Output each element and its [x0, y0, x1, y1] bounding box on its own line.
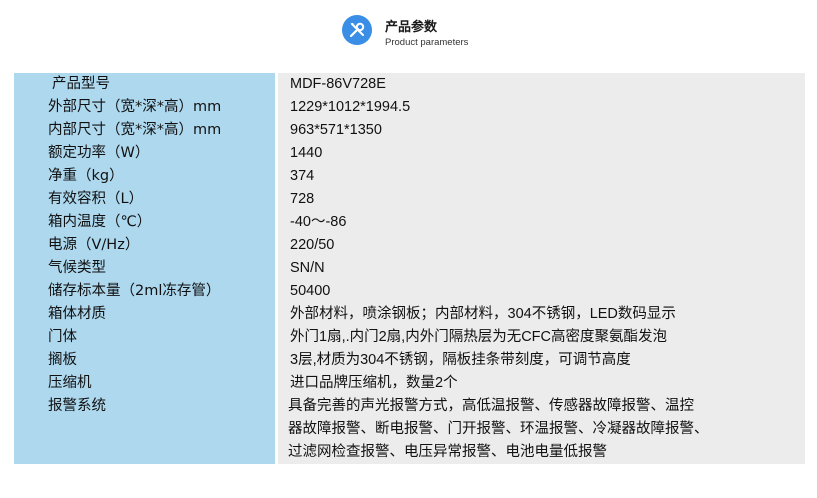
row-value: 3层,材质为304不锈钢，隔板挂条带刻度，可调节高度 — [278, 349, 805, 372]
row-value: 728 — [278, 188, 805, 211]
row-label: 报警系统 — [14, 395, 275, 464]
row-label: 箱体材质 — [14, 303, 275, 326]
row-value: 外门1扇,.内门2扇,内外门隔热层为无CFC高密度聚氨酯发泡 — [278, 326, 805, 349]
row-label: 额定功率（W） — [14, 142, 275, 165]
row-label: 净重（kg） — [14, 165, 275, 188]
row-value: 1229*1012*1994.5 — [278, 96, 805, 119]
table-row: 有效容积（L） 728 — [14, 188, 805, 211]
row-value: SN/N — [278, 257, 805, 280]
row-label: 箱内温度（℃） — [14, 211, 275, 234]
alarm-line: 具备完善的声光报警方式，高低温报警、传感器故障报警、温控 — [288, 398, 694, 414]
row-label: 储存标本量（2ml冻存管） — [14, 280, 275, 303]
row-value: 963*571*1350 — [278, 119, 805, 142]
table-row: 产品型号 MDF-86V728E — [14, 73, 805, 96]
table-row: 储存标本量（2ml冻存管） 50400 — [14, 280, 805, 303]
table-row-alarm: 报警系统 具备完善的声光报警方式，高低温报警、传感器故障报警、温控 器故障报警、… — [14, 395, 805, 464]
row-label: 有效容积（L） — [14, 188, 275, 211]
row-label: 压缩机 — [14, 372, 275, 395]
alarm-line: 过滤网检查报警、电压异常报警、电池电量低报警 — [288, 444, 607, 460]
table-row: 搁板 3层,材质为304不锈钢，隔板挂条带刻度，可调节高度 — [14, 349, 805, 372]
table-row: 压缩机 进口品牌压缩机，数量2个 — [14, 372, 805, 395]
table-row: 内部尺寸（宽*深*高）mm 963*571*1350 — [14, 119, 805, 142]
table-row: 净重（kg） 374 — [14, 165, 805, 188]
wrench-screwdriver-icon — [342, 15, 372, 45]
table-row: 额定功率（W） 1440 — [14, 142, 805, 165]
table-row: 电源（V/Hz） 220/50 — [14, 234, 805, 257]
table-row: 门体 外门1扇,.内门2扇,内外门隔热层为无CFC高密度聚氨酯发泡 — [14, 326, 805, 349]
alarm-label: 报警系统 — [48, 398, 106, 414]
page-subtitle: Product parameters — [385, 37, 469, 48]
spec-table: 产品型号 MDF-86V728E 外部尺寸（宽*深*高）mm 1229*1012… — [14, 73, 805, 464]
table-row: 外部尺寸（宽*深*高）mm 1229*1012*1994.5 — [14, 96, 805, 119]
page-title: 产品参数 — [385, 20, 438, 35]
row-label: 电源（V/Hz） — [14, 234, 275, 257]
row-label: 搁板 — [14, 349, 275, 372]
row-label: 产品型号 — [14, 73, 275, 96]
row-value: 220/50 — [278, 234, 805, 257]
row-value: -40～-86 — [278, 211, 805, 234]
row-label: 内部尺寸（宽*深*高）mm — [14, 119, 275, 142]
table-row: 气候类型 SN/N — [14, 257, 805, 280]
row-label: 门体 — [14, 326, 275, 349]
row-value: 进口品牌压缩机，数量2个 — [278, 372, 805, 395]
row-value: 具备完善的声光报警方式，高低温报警、传感器故障报警、温控 器故障报警、断电报警、… — [278, 395, 805, 464]
table-row: 箱内温度（℃） -40～-86 — [14, 211, 805, 234]
row-value: 374 — [278, 165, 805, 188]
table-row: 箱体材质 外部材料，喷涂钢板；内部材料，304不锈钢，LED数码显示 — [14, 303, 805, 326]
row-value: 外部材料，喷涂钢板；内部材料，304不锈钢，LED数码显示 — [278, 303, 805, 326]
row-label: 外部尺寸（宽*深*高）mm — [14, 96, 275, 119]
alarm-line: 器故障报警、断电报警、门开报警、环温报警、冷凝器故障报警、 — [288, 421, 709, 437]
row-value: MDF-86V728E — [278, 73, 805, 96]
row-value: 1440 — [278, 142, 805, 165]
row-value: 50400 — [278, 280, 805, 303]
row-label: 气候类型 — [14, 257, 275, 280]
